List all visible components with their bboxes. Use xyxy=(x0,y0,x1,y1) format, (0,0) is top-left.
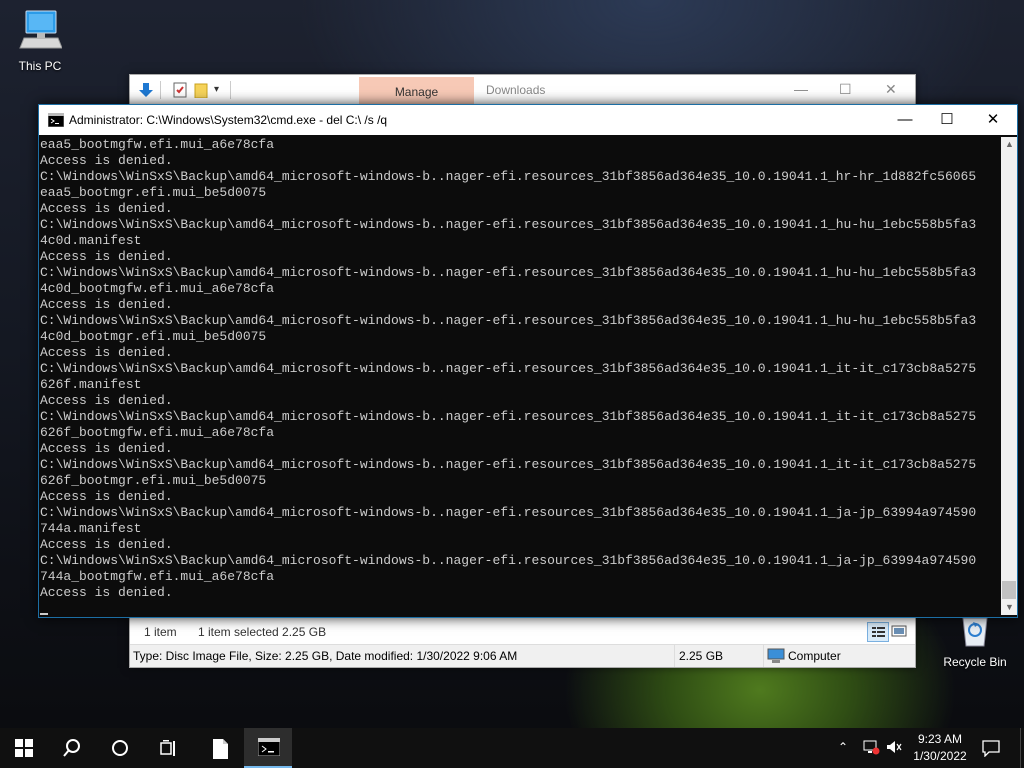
desktop-icon-this-pc[interactable]: This PC xyxy=(2,8,78,73)
minimize-icon[interactable]: — xyxy=(885,109,925,131)
divider xyxy=(674,645,675,667)
console-line: C:\Windows\WinSxS\Backup\amd64_microsoft… xyxy=(40,553,977,568)
download-arrow-icon[interactable] xyxy=(138,82,154,98)
maximize-icon[interactable]: ☐ xyxy=(927,109,967,131)
console-line: C:\Windows\WinSxS\Backup\amd64_microsoft… xyxy=(40,313,977,328)
desktop-icon-label: This PC xyxy=(18,59,62,73)
close-icon[interactable]: ✕ xyxy=(973,109,1013,131)
desktop-icon-label: Recycle Bin xyxy=(943,655,1007,669)
console-line: Access is denied. xyxy=(40,489,173,504)
console-line: 4c0d.manifest xyxy=(40,233,142,248)
console-line: 626f_bootmgfw.efi.mui_a6e78cfa xyxy=(40,425,275,440)
new-folder-icon[interactable] xyxy=(194,82,210,99)
minimize-icon[interactable]: — xyxy=(794,81,808,97)
large-icons-view-icon[interactable] xyxy=(890,623,908,639)
scroll-down-icon[interactable]: ▼ xyxy=(1005,602,1014,612)
console-line: Access is denied. xyxy=(40,249,173,264)
console-line: C:\Windows\WinSxS\Backup\amd64_microsoft… xyxy=(40,217,977,232)
details-view-icon[interactable] xyxy=(867,622,889,642)
cmd-icon xyxy=(47,112,65,132)
properties-icon[interactable] xyxy=(172,82,188,98)
console-line: 626f_bootmgr.efi.mui_be5d0075 xyxy=(40,473,267,488)
file-icon xyxy=(210,738,230,765)
taskbar-clock[interactable]: 9:23 AM 1/30/2022 xyxy=(905,731,975,765)
tab-manage[interactable]: Manage xyxy=(359,77,474,105)
console-output[interactable]: eaa5_bootmgfw.efi.mui_a6e78cfa Access is … xyxy=(39,137,1000,615)
clock-time: 9:23 AM xyxy=(917,732,963,746)
console-line: 744a_bootmgfw.efi.mui_a6e78cfa xyxy=(40,569,275,584)
cmd-window[interactable]: Administrator: C:\Windows\System32\cmd.e… xyxy=(38,104,1018,618)
notifications-icon[interactable] xyxy=(982,739,1000,762)
chevron-up-icon[interactable]: ⌃ xyxy=(838,740,848,754)
task-view-button[interactable] xyxy=(144,728,192,768)
explorer-status-bar: 1 item 1 item selected 2.25 GB xyxy=(130,618,915,644)
taskbar: ⌃ 9:23 AM 1/30/2022 xyxy=(0,728,1024,768)
console-line: 4c0d_bootmgfw.efi.mui_a6e78cfa xyxy=(40,281,275,296)
details-location: Computer xyxy=(788,649,841,663)
cmd-titlebar[interactable]: Administrator: C:\Windows\System32\cmd.e… xyxy=(39,105,1017,135)
console-line: C:\Windows\WinSxS\Backup\amd64_microsoft… xyxy=(40,361,977,376)
close-icon[interactable]: ✕ xyxy=(885,81,897,98)
taskbar-cmd[interactable] xyxy=(244,728,292,768)
console-line: eaa5_bootmgr.efi.mui_be5d0075 xyxy=(40,185,267,200)
explorer-details-bar: Type: Disc Image File, Size: 2.25 GB, Da… xyxy=(130,644,915,667)
console-line: 626f.manifest xyxy=(40,377,142,392)
status-item-count: 1 item xyxy=(144,625,177,639)
console-line: C:\Windows\WinSxS\Backup\amd64_microsoft… xyxy=(40,409,977,424)
show-desktop-button[interactable] xyxy=(1020,728,1024,768)
console-line: 744a.manifest xyxy=(40,521,142,536)
vertical-scrollbar[interactable]: ▲ ▼ xyxy=(1001,137,1017,615)
explorer-titlebar[interactable]: ▾ Manage Downloads — ☐ ✕ xyxy=(130,75,915,105)
text-cursor xyxy=(40,613,48,615)
start-button[interactable] xyxy=(0,728,48,768)
search-icon xyxy=(62,738,82,763)
window-title-downloads: Downloads xyxy=(486,83,546,97)
divider xyxy=(763,645,764,667)
windows-start-icon xyxy=(14,738,34,763)
network-icon[interactable] xyxy=(862,739,880,760)
status-selected: 1 item selected 2.25 GB xyxy=(198,625,327,639)
divider xyxy=(230,81,231,99)
window-title: Administrator: C:\Windows\System32\cmd.e… xyxy=(69,113,388,127)
console-line: C:\Windows\WinSxS\Backup\amd64_microsoft… xyxy=(40,457,977,472)
cmd-icon xyxy=(257,737,281,761)
desktop-icon-recycle-bin[interactable]: Recycle Bin xyxy=(937,612,1013,669)
console-line: Access is denied. xyxy=(40,441,173,456)
console-line: 4c0d_bootmgr.efi.mui_be5d0075 xyxy=(40,329,267,344)
divider xyxy=(160,81,161,99)
console-line: Access is denied. xyxy=(40,201,173,216)
console-line: Access is denied. xyxy=(40,393,173,408)
details-text: Type: Disc Image File, Size: 2.25 GB, Da… xyxy=(133,649,518,663)
computer-icon xyxy=(2,8,78,55)
console-line: C:\Windows\WinSxS\Backup\amd64_microsoft… xyxy=(40,265,977,280)
computer-icon xyxy=(767,648,785,667)
volume-muted-icon[interactable] xyxy=(885,739,903,760)
maximize-icon[interactable]: ☐ xyxy=(839,81,852,98)
search-button[interactable] xyxy=(48,728,96,768)
cortana-icon xyxy=(110,738,130,763)
scroll-up-icon[interactable]: ▲ xyxy=(1005,139,1014,149)
console-line: Access is denied. xyxy=(40,153,173,168)
customize-toolbar-icon[interactable]: ▾ xyxy=(214,82,230,98)
cortana-button[interactable] xyxy=(96,728,144,768)
console-line: Access is denied. xyxy=(40,297,173,312)
console-line: C:\Windows\WinSxS\Backup\amd64_microsoft… xyxy=(40,505,977,520)
console-line: Access is denied. xyxy=(40,345,173,360)
taskbar-file-explorer[interactable] xyxy=(196,728,244,768)
task-view-icon xyxy=(158,738,178,763)
console-line: C:\Windows\WinSxS\Backup\amd64_microsoft… xyxy=(40,169,977,184)
console-line: eaa5_bootmgfw.efi.mui_a6e78cfa xyxy=(40,137,275,152)
console-lines: eaa5_bootmgfw.efi.mui_a6e78cfa Access is … xyxy=(40,137,1000,601)
clock-date: 1/30/2022 xyxy=(913,749,967,763)
details-size: 2.25 GB xyxy=(679,649,724,663)
console-line: Access is denied. xyxy=(40,537,173,552)
console-line: Access is denied. xyxy=(40,585,173,600)
scrollbar-thumb[interactable] xyxy=(1002,581,1016,599)
